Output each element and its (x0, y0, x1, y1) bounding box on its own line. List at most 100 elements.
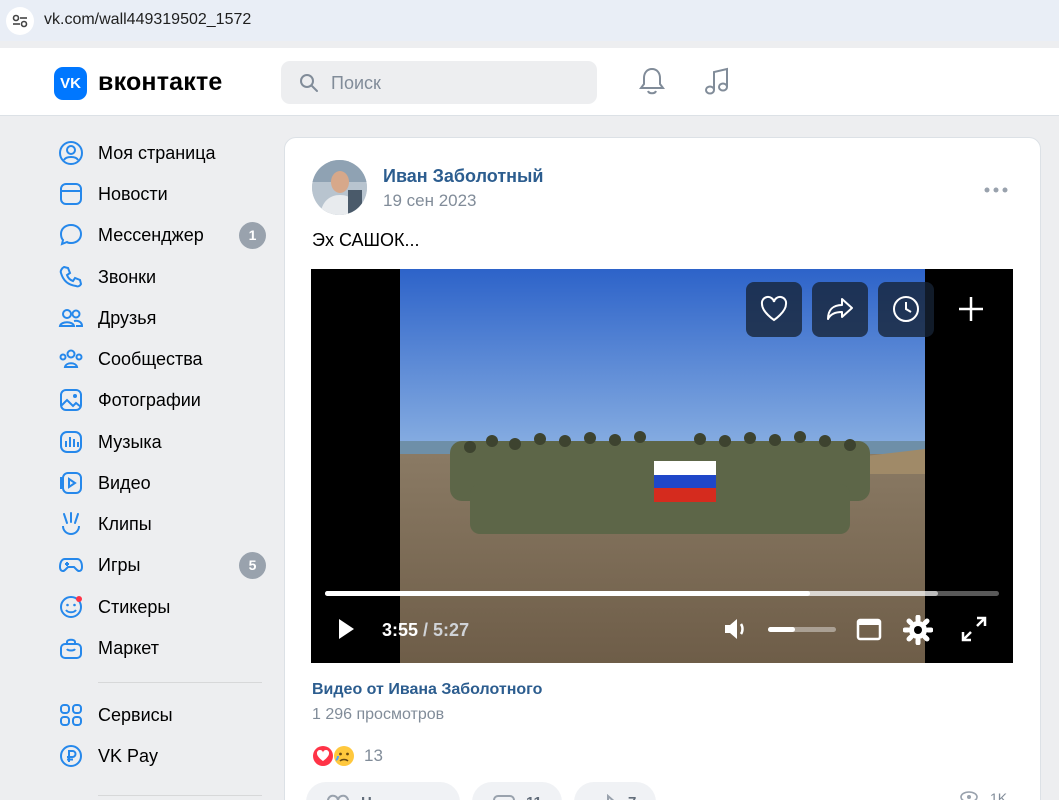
sidebar-item-vkpay[interactable]: VK Pay (58, 741, 268, 771)
games-badge: 5 (239, 552, 266, 579)
sidebar-item-services[interactable]: Сервисы (58, 700, 268, 730)
video-title[interactable]: Видео от Ивана Заболотного (312, 681, 542, 699)
shopping-bag-icon (58, 635, 84, 661)
browser-address-bar[interactable]: vk.com/wall449319502_1572 (0, 0, 1059, 41)
sidebar-item-label: Клипы (98, 514, 152, 534)
heart-icon (326, 794, 350, 800)
news-icon (58, 181, 84, 207)
music-icon[interactable] (702, 66, 732, 103)
sidebar-item-music[interactable]: Музыка (58, 427, 268, 457)
settings-gear-icon[interactable] (902, 614, 934, 650)
volume-level (768, 627, 796, 632)
sidebar-item-label: Звонки (98, 267, 157, 287)
video-time-separator: / (418, 620, 434, 640)
ruble-coin-icon (58, 743, 84, 769)
sidebar-item-label: Фотографии (98, 390, 201, 410)
bell-icon[interactable] (637, 66, 667, 103)
video-time: 3:55 / 5:27 (382, 620, 469, 641)
played-bar (325, 591, 811, 596)
eye-icon (960, 790, 980, 800)
smile-icon (58, 594, 84, 620)
sidebar-item-label: Игры (98, 555, 141, 575)
video-icon (58, 470, 84, 496)
post-text: Эх САШОК... (312, 230, 420, 250)
russian-flag (654, 461, 716, 502)
reactions-count: 13 (364, 746, 383, 765)
sidebar-item-label: Стикеры (98, 597, 171, 617)
video-views: 1 296 просмотров (312, 706, 445, 723)
volume-slider[interactable] (768, 627, 836, 632)
search-input[interactable]: Поиск (281, 61, 597, 104)
sidebar-item-messenger[interactable]: Мессенджер 1 (58, 220, 268, 250)
like-video-button[interactable] (746, 282, 802, 337)
views-count: 1K (990, 790, 1008, 800)
video-player[interactable]: 3:55 / 5:27 (311, 269, 1013, 663)
vk-logo-icon[interactable]: VK (54, 67, 87, 100)
search-placeholder: Поиск (331, 73, 381, 93)
comment-button[interactable]: 11 (472, 782, 562, 800)
sidebar-item-label: Видео (98, 473, 151, 493)
sidebar-item-label: VK Pay (98, 746, 159, 766)
search-icon (299, 73, 319, 98)
video-current-time: 3:55 (382, 620, 419, 640)
sidebar-item-stickers[interactable]: Стикеры (58, 592, 268, 622)
url-text[interactable]: vk.com/wall449319502_1572 (44, 11, 251, 29)
sidebar-item-label: Друзья (98, 308, 157, 328)
communities-icon (58, 346, 84, 372)
sidebar-item-market[interactable]: Маркет (58, 633, 268, 663)
author-avatar[interactable] (312, 160, 367, 215)
friends-icon (58, 305, 84, 331)
gamepad-icon (58, 552, 84, 578)
sidebar-item-label: Новости (98, 184, 168, 204)
add-video-icon[interactable] (957, 295, 985, 328)
sidebar-item-news[interactable]: Новости (58, 179, 268, 209)
phone-icon (58, 264, 84, 290)
sidebar-item-label: Маркет (98, 638, 159, 658)
repost-button[interactable]: 7 (574, 782, 656, 800)
like-label: Н (361, 794, 372, 800)
reactions-summary[interactable] (312, 744, 360, 773)
sidebar-item-label: Музыка (98, 432, 162, 452)
watch-later-button[interactable] (878, 282, 934, 337)
author-name[interactable]: Иван Заболотный (383, 166, 543, 187)
vk-header: VK вконтакте Поиск (0, 48, 1059, 116)
play-icon[interactable] (335, 615, 357, 648)
site-settings-icon[interactable] (6, 7, 34, 35)
repost-count: 7 (628, 794, 636, 800)
user-circle-icon (58, 140, 84, 166)
sidebar-item-communities[interactable]: Сообщества (58, 344, 268, 374)
photo-icon (58, 387, 84, 413)
sidebar-item-friends[interactable]: Друзья (58, 303, 268, 333)
sidebar-item-games[interactable]: Игры 5 (58, 550, 268, 580)
equalizer-icon (58, 429, 84, 455)
share-video-button[interactable] (812, 282, 868, 337)
sidebar-item-photos[interactable]: Фотографии (58, 385, 268, 415)
comment-count: 11 (526, 794, 542, 800)
sidebar-item-my-page[interactable]: Моя страница (58, 138, 268, 168)
more-options-icon[interactable] (984, 182, 1008, 200)
chat-bubble-icon (58, 222, 84, 248)
video-progress-bar[interactable] (325, 591, 999, 596)
sidebar-item-label: Сообщества (98, 349, 203, 369)
sidebar-item-calls[interactable]: Звонки (58, 262, 268, 292)
sidebar-item-clips[interactable]: Клипы (58, 509, 268, 539)
clips-icon (58, 511, 84, 537)
sidebar-item-video[interactable]: Видео (58, 468, 268, 498)
sidebar-item-label: Моя страница (98, 143, 216, 163)
like-button[interactable]: Н (306, 782, 460, 800)
unread-badge: 1 (239, 222, 266, 249)
vk-logo-text[interactable]: вконтакте (98, 68, 223, 97)
fullscreen-icon[interactable] (960, 615, 988, 648)
views-counter: 1K (960, 790, 1007, 800)
volume-icon[interactable] (721, 615, 751, 648)
share-arrow-icon (594, 793, 618, 800)
video-total-time: 5:27 (433, 620, 470, 640)
sidebar-divider (98, 795, 262, 796)
grid-icon (58, 702, 84, 728)
miniplayer-icon[interactable] (856, 615, 882, 648)
post-date[interactable]: 19 сен 2023 (383, 191, 477, 211)
sidebar-divider (98, 682, 262, 683)
sidebar-item-label: Сервисы (98, 705, 173, 725)
comment-icon (492, 794, 516, 800)
sidebar-item-label: Мессенджер (98, 225, 204, 245)
